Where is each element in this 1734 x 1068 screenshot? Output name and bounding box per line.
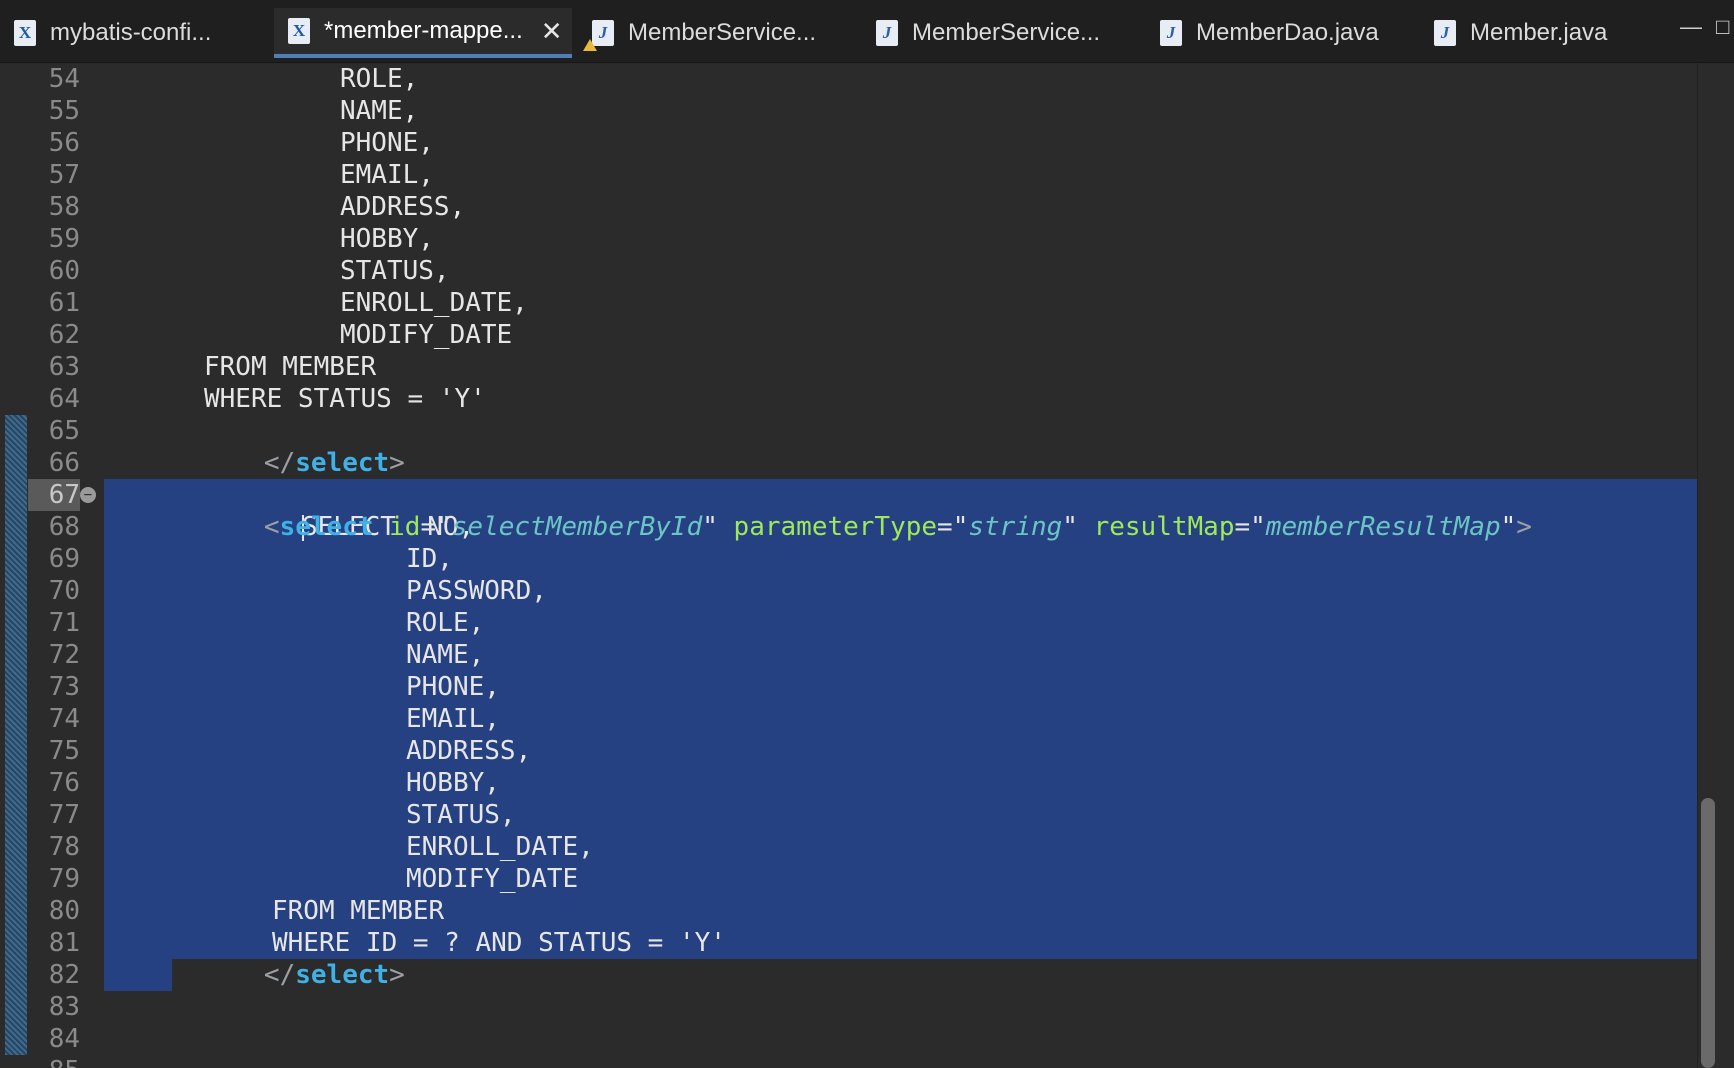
line-number: 81: [48, 928, 80, 958]
code-line: MODIFY_DATE: [340, 320, 513, 350]
line-number: 73: [48, 672, 80, 702]
line-number: 60: [48, 256, 80, 286]
maximize-icon[interactable]: □: [1716, 14, 1729, 40]
line-number: 75: [48, 736, 80, 766]
tab-member-mapper[interactable]: X *member-mappe... ✕: [274, 8, 572, 58]
line-number: 64: [48, 384, 80, 414]
line-number: 62: [48, 320, 80, 350]
code-line: ROLE,: [340, 64, 419, 94]
tab-label: MemberService...: [912, 19, 1101, 46]
editor-tab-bar: X mybatis-confi... X *member-mappe... ✕ …: [0, 0, 1734, 63]
warning-icon: [583, 39, 597, 51]
fold-toggle-icon[interactable]: −: [80, 487, 96, 503]
line-number: 54: [48, 64, 80, 94]
code-line: HOBBY,: [340, 224, 434, 254]
tab-label: *member-mappe...: [324, 17, 523, 44]
line-number: 79: [48, 864, 80, 894]
line-number: 68: [48, 512, 80, 542]
line-number-gutter: 54 55 56 57 58 59 60 61 62 63 64 65 66 67 68 69 70 71 72 73…: [0, 63, 107, 1068]
tab-mybatis-config[interactable]: X mybatis-confi...: [0, 8, 270, 58]
tab-label: mybatis-confi...: [50, 19, 212, 46]
tab-label: MemberService...: [628, 19, 817, 46]
code-line-65: </select>: [263, 448, 405, 478]
code-line: ROLE,: [406, 608, 485, 638]
code-line: ENROLL_DATE,: [340, 288, 528, 318]
code-line: STATUS,: [340, 256, 450, 286]
line-number: 78: [48, 832, 80, 862]
code-line: NAME,: [340, 96, 419, 126]
line-number: 85: [0, 1055, 80, 1068]
tab-label: MemberDao.java: [1196, 19, 1379, 46]
code-line: FROM MEMBER: [204, 352, 377, 382]
code-line: ADDRESS,: [340, 192, 466, 222]
line-number: 61: [48, 288, 80, 318]
selection-highlight: [104, 479, 1704, 959]
code-line: STATUS,: [406, 800, 516, 830]
tab-member-service[interactable]: J MemberService...: [862, 8, 1142, 58]
code-editor[interactable]: 54 55 56 57 58 59 60 61 62 63 64 65 66 67 68 69 70 71 72 73…: [0, 63, 1734, 1068]
line-number: 63: [48, 352, 80, 382]
code-line: ID,: [406, 544, 453, 574]
scrollbar-thumb[interactable]: [1701, 798, 1715, 1068]
line-number: 67: [28, 479, 80, 511]
java-file-icon: J: [1434, 20, 1456, 46]
line-number: 57: [48, 160, 80, 190]
line-number: 72: [48, 640, 80, 670]
code-line-82: </select>: [263, 960, 405, 990]
java-file-warning-icon: J: [583, 20, 614, 51]
close-tab-icon[interactable]: ✕: [541, 18, 563, 44]
line-number: 77: [48, 800, 80, 830]
code-line: WHERE STATUS = 'Y': [204, 384, 486, 414]
xml-file-icon: X: [14, 20, 36, 46]
line-number: 74: [48, 704, 80, 734]
vertical-scrollbar[interactable]: [1697, 63, 1718, 1068]
code-line: EMAIL,: [406, 704, 500, 734]
code-line: ADDRESS,: [406, 736, 532, 766]
tab-member[interactable]: J Member.java: [1420, 8, 1670, 58]
tab-member-dao[interactable]: J MemberDao.java: [1146, 8, 1416, 58]
line-number: 82: [48, 960, 80, 990]
line-number: 58: [48, 192, 80, 222]
code-line: PASSWORD,: [406, 576, 547, 606]
line-number: 70: [48, 576, 80, 606]
code-line: HOBBY,: [406, 768, 500, 798]
code-area[interactable]: ROLE, NAME, PHONE, EMAIL, ADDRESS, HOBBY, STAT…: [104, 63, 1704, 1068]
code-line: FROM MEMBER: [272, 896, 445, 926]
java-file-icon: J: [876, 20, 898, 46]
code-line: MODIFY_DATE: [406, 864, 579, 894]
line-number: 69: [48, 544, 80, 574]
code-line: PHONE,: [340, 128, 434, 158]
line-number: 55: [48, 96, 80, 126]
line-number: 76: [48, 768, 80, 798]
xml-file-icon: X: [288, 18, 310, 44]
minimize-icon[interactable]: —: [1680, 14, 1702, 40]
line-number: 56: [48, 128, 80, 158]
selection-highlight-tail: [104, 959, 172, 991]
code-line: EMAIL,: [340, 160, 434, 190]
line-number: 84: [48, 1024, 80, 1054]
line-number: 59: [48, 224, 80, 254]
line-number: 65: [48, 416, 80, 446]
code-line-67: <select id="selectMemberById" parameterT…: [263, 512, 1532, 542]
java-file-icon: J: [1160, 20, 1182, 46]
tab-label: Member.java: [1470, 19, 1608, 46]
line-number: 66: [48, 448, 80, 478]
line-number: 71: [48, 608, 80, 638]
line-number: 80: [48, 896, 80, 926]
tab-member-service-impl[interactable]: J MemberService...: [578, 8, 858, 58]
code-line: ENROLL_DATE,: [406, 832, 594, 862]
line-number: 83: [48, 992, 80, 1022]
code-line: PHONE,: [406, 672, 500, 702]
code-line: NAME,: [406, 640, 485, 670]
